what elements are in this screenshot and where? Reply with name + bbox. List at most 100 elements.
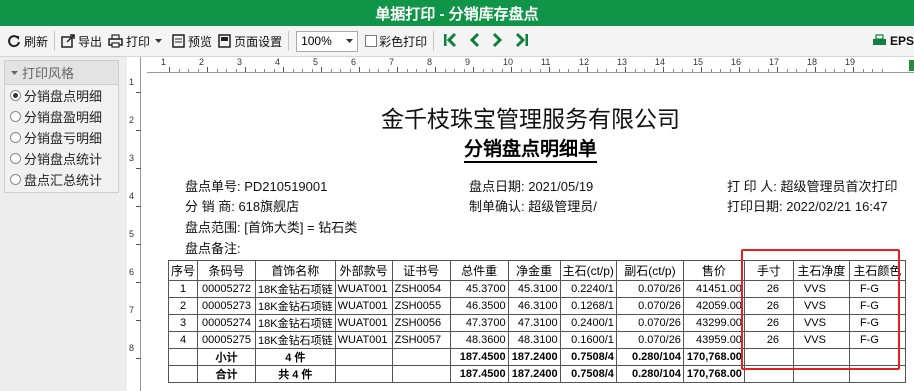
table-cell: 48.3100 bbox=[507, 331, 561, 349]
ruler-minor-tick bbox=[786, 69, 788, 72]
eps-label: EPS bbox=[889, 34, 914, 48]
empty-cell bbox=[334, 365, 393, 383]
radio-icon[interactable] bbox=[10, 174, 21, 185]
ruler-tick bbox=[136, 358, 141, 359]
ruler-minor-tick bbox=[568, 69, 569, 72]
style-option-dist-stats[interactable]: 分销盘点统计 bbox=[5, 148, 118, 169]
print-style-header[interactable]: 打印风格 bbox=[5, 61, 118, 85]
export-button[interactable]: 导出 bbox=[58, 29, 105, 53]
collapse-caret-icon bbox=[11, 70, 18, 75]
table-cell: 42059.00 bbox=[682, 297, 745, 315]
ruler-minor-tick bbox=[406, 69, 408, 72]
empty-cell bbox=[334, 348, 393, 366]
table-cell: WUAT001 bbox=[334, 331, 393, 349]
window-title: 单据打印 - 分销库存盘点 bbox=[0, 0, 914, 26]
table-cell: 0.1600/1 bbox=[559, 331, 617, 349]
ruler-tick-label: 4 bbox=[275, 57, 281, 67]
ruler-minor-tick bbox=[311, 69, 313, 72]
ruler-minor-tick bbox=[872, 69, 873, 72]
ruler-minor-tick bbox=[558, 69, 560, 72]
ruler-minor-tick bbox=[644, 69, 645, 72]
zoom-select[interactable]: 100% bbox=[296, 30, 359, 52]
style-option-dist-detail[interactable]: 分销盘点明细 bbox=[5, 85, 118, 106]
ruler-tick bbox=[136, 320, 141, 321]
toolbar-divider bbox=[288, 31, 290, 51]
ruler-tick-label: 8 bbox=[427, 57, 433, 67]
printer-icon bbox=[872, 34, 886, 45]
refresh-button[interactable]: 刷新 bbox=[4, 29, 51, 53]
summary-cell: 170,768.00 bbox=[682, 365, 745, 383]
ruler-minor-tick bbox=[606, 69, 607, 72]
table-cell: 18K金钻石项链 bbox=[255, 314, 336, 332]
ruler-minor-tick bbox=[292, 69, 294, 72]
ruler-minor-tick bbox=[824, 69, 826, 72]
ruler-tick bbox=[136, 168, 141, 169]
ruler-tick-label: 10 bbox=[503, 57, 514, 67]
table-cell: WUAT001 bbox=[334, 280, 393, 298]
preview-icon bbox=[172, 34, 185, 48]
page-setup-button[interactable]: 页面设置 bbox=[215, 29, 285, 53]
radio-icon[interactable] bbox=[10, 111, 21, 122]
summary-cell: 170,768.00 bbox=[682, 348, 745, 366]
radio-icon[interactable] bbox=[10, 132, 21, 143]
print-button[interactable]: 打印 bbox=[105, 29, 169, 53]
style-option-dist-loss[interactable]: 分销盘亏明细 bbox=[5, 127, 118, 148]
style-option-label: 盘点汇总统计 bbox=[24, 173, 103, 188]
table-cell: 00005272 bbox=[197, 280, 257, 298]
toolbar: 刷新 导出 打印 预览 页面设置 100% 彩色打印 EPS bbox=[0, 26, 914, 57]
ruler-minor-tick bbox=[416, 69, 417, 72]
next-page-button[interactable] bbox=[486, 32, 509, 51]
first-page-button[interactable] bbox=[437, 32, 463, 51]
preview-button[interactable]: 预览 bbox=[169, 29, 215, 53]
ruler-minor-tick bbox=[482, 69, 484, 72]
dropdown-caret-icon[interactable] bbox=[154, 37, 163, 45]
column-header: 序号 bbox=[167, 260, 199, 281]
column-header: 条码号 bbox=[197, 260, 257, 281]
ruler-minor-tick bbox=[425, 69, 427, 72]
export-label: 导出 bbox=[78, 34, 103, 49]
table-cell: ZSH0054 bbox=[391, 280, 451, 298]
ruler-tick bbox=[777, 67, 778, 72]
radio-icon[interactable] bbox=[10, 153, 21, 164]
ruler-tick-label: 16 bbox=[731, 57, 742, 67]
ruler-tick bbox=[136, 92, 141, 93]
printer-field: 打 印 人: 超级管理员首次打印 bbox=[727, 179, 898, 194]
checkbox-box[interactable] bbox=[365, 35, 378, 47]
style-option-dist-surplus[interactable]: 分销盘盈明细 bbox=[5, 106, 118, 127]
table-cell: 0.2240/1 bbox=[559, 280, 617, 298]
table-cell: 4 bbox=[167, 331, 199, 349]
color-print-checkbox[interactable]: 彩色打印 bbox=[362, 29, 430, 53]
ruler-tick-label: 8 bbox=[129, 343, 135, 353]
last-page-button[interactable] bbox=[509, 32, 535, 51]
print-style-panel: 打印风格 分销盘点明细 分销盘盈明细 分销盘亏明细 分销盘点统计 盘点汇总统计 bbox=[4, 60, 119, 193]
eps-button[interactable]: EPS bbox=[869, 29, 914, 53]
remark-field: 盘点备注: bbox=[185, 241, 241, 256]
ruler-minor-tick bbox=[834, 69, 835, 72]
table-cell: 46.3500 bbox=[449, 297, 509, 315]
vertical-ruler: 1 2 3 4 5 6 7 8 bbox=[127, 57, 141, 391]
radio-icon[interactable] bbox=[10, 90, 21, 101]
ruler-tick bbox=[473, 67, 474, 72]
ruler-tick-label: 3 bbox=[237, 57, 243, 67]
print-label: 打印 bbox=[126, 34, 151, 49]
ruler-end-marker bbox=[909, 60, 914, 71]
summary-cell: 小计 bbox=[197, 348, 257, 366]
ruler-minor-tick bbox=[634, 69, 636, 72]
prev-page-button[interactable] bbox=[463, 32, 486, 51]
ruler-minor-tick bbox=[720, 69, 721, 72]
ruler-tick bbox=[701, 67, 702, 72]
chevron-right-icon bbox=[493, 32, 503, 47]
print-style-title: 打印风格 bbox=[22, 66, 75, 81]
ruler-minor-tick bbox=[672, 69, 674, 72]
scope-field: 盘点范围: [首饰大类] = 钻石类 bbox=[185, 220, 358, 235]
empty-cell bbox=[167, 348, 199, 366]
company-name: 金千枝珠宝管理服务有限公司 bbox=[381, 106, 680, 132]
table-cell: 18K金钻石项链 bbox=[255, 331, 336, 349]
ruler-minor-tick bbox=[235, 69, 237, 72]
table-cell: 41451.00 bbox=[682, 280, 745, 298]
ruler-tick-label: 2 bbox=[129, 115, 135, 125]
style-option-summary-stats[interactable]: 盘点汇总统计 bbox=[5, 169, 118, 190]
ruler-tick-label: 19 bbox=[845, 57, 856, 67]
ruler-tick bbox=[283, 67, 284, 72]
ruler-minor-tick bbox=[710, 69, 712, 72]
